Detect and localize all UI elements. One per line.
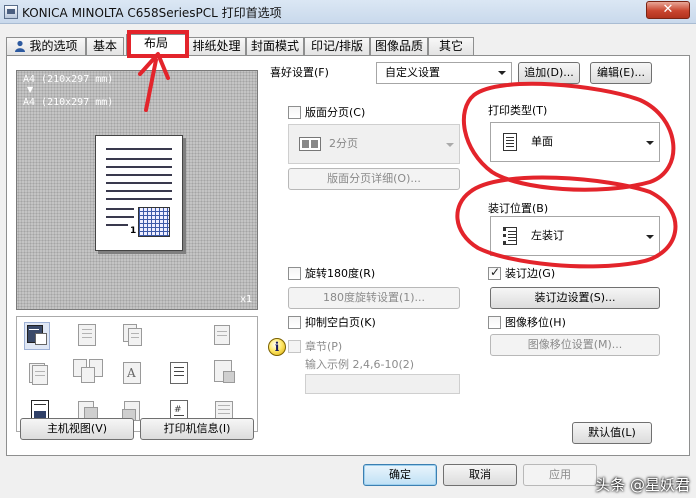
stamp-icon[interactable] xyxy=(211,359,235,385)
two-up-icon xyxy=(299,137,321,151)
window-title: KONICA MINOLTA C658SeriesPCL 打印首选项 xyxy=(22,6,282,20)
binding-margin-settings-button[interactable]: 装订边设置(S)... xyxy=(490,287,660,309)
single-sided-page-icon xyxy=(503,133,517,151)
skip-blank-checkbox[interactable] xyxy=(288,316,301,329)
n-up-icon[interactable] xyxy=(73,357,107,383)
stack-icon[interactable] xyxy=(27,361,51,387)
arrow-down-icon: ▼ xyxy=(27,85,34,94)
portrait-page-icon[interactable] xyxy=(167,361,191,387)
printer-info-button[interactable]: 打印机信息(I) xyxy=(140,418,254,440)
preview-image-thumbnail xyxy=(138,207,170,237)
chapter-input-hint: 输入示例 2,4,6-10(2) xyxy=(305,358,415,371)
tab-finishing[interactable]: 排纸处理 xyxy=(187,37,246,55)
tab-other[interactable]: 其它 xyxy=(428,37,474,55)
watermark: 头条 @星妖君 xyxy=(595,476,690,494)
host-view-button[interactable]: 主机视图(V) xyxy=(20,418,134,440)
binding-margin-checkbox[interactable] xyxy=(488,265,501,280)
rotate-180-label: 旋转180度(R) xyxy=(305,267,376,280)
favorite-settings-select[interactable]: 自定义设置 xyxy=(376,62,512,84)
chapter-label: 章节(P) xyxy=(305,340,343,353)
copies-icon[interactable] xyxy=(121,323,145,349)
print-type-value: 单面 xyxy=(531,135,553,148)
tab-basic[interactable]: 基本 xyxy=(86,37,124,55)
printer-app-icon xyxy=(4,5,18,19)
tab-layout[interactable]: 布局 xyxy=(126,34,186,56)
text-page-icon[interactable]: A xyxy=(121,361,145,387)
tab-my-options[interactable]: 我的选项 xyxy=(6,37,86,55)
combine-checkbox[interactable] xyxy=(288,106,301,119)
binding-position-value: 左装订 xyxy=(531,229,564,242)
tab-my-options-label: 我的选项 xyxy=(29,39,78,53)
printer-view-icon[interactable] xyxy=(24,322,50,350)
booklet-icon[interactable] xyxy=(75,323,99,349)
chevron-down-icon xyxy=(646,235,654,239)
favorite-settings-value: 自定义设置 xyxy=(385,66,440,79)
chapter-checkbox[interactable] xyxy=(288,340,301,353)
chevron-down-icon xyxy=(446,143,454,147)
preview-zoom: x1 xyxy=(239,294,252,305)
page-preview: A4 (210x297 mm) ▼ A4 (210x297 mm) 1 x1 xyxy=(16,70,258,310)
original-paper-size: A4 (210x297 mm) xyxy=(23,74,114,85)
preview-paper: 1 xyxy=(95,135,183,251)
tab-stamp[interactable]: 印记/排版 xyxy=(304,37,370,55)
combine-label: 版面分页(C) xyxy=(305,106,366,119)
print-type-select[interactable]: 单面 xyxy=(490,122,660,162)
output-paper-size: A4 (210x297 mm) xyxy=(23,97,114,108)
image-shift-checkbox[interactable] xyxy=(488,316,501,329)
close-button[interactable]: ✕ xyxy=(646,1,690,19)
rotate-180-checkbox[interactable] xyxy=(288,267,301,280)
info-icon[interactable]: i xyxy=(268,338,286,356)
binding-margin-label: 装订边(G) xyxy=(505,267,556,280)
skip-blank-label: 抑制空白页(K) xyxy=(305,316,376,329)
dialog-client-area: 我的选项 基本 布局 排纸处理 封面模式 印记/排版 图像品质 其它 A4 (2… xyxy=(0,24,696,498)
print-settings-icon[interactable] xyxy=(211,323,235,349)
combine-select[interactable]: 2分页 xyxy=(288,124,460,164)
edit-favorite-button[interactable]: 编辑(E)... xyxy=(590,62,652,84)
rotate-180-settings-button[interactable]: 180度旋转设置(1)... xyxy=(288,287,460,309)
preview-page-number: 1 xyxy=(130,226,137,236)
cancel-button[interactable]: 取消 xyxy=(443,464,517,486)
left-binding-page-icon xyxy=(503,227,517,245)
title-bar: KONICA MINOLTA C658SeriesPCL 打印首选项 ✕ xyxy=(0,0,696,24)
apply-button[interactable]: 应用 xyxy=(523,464,597,486)
ok-button[interactable]: 确定 xyxy=(363,464,437,486)
image-shift-label: 图像移位(H) xyxy=(505,316,566,329)
print-type-label: 打印类型(T) xyxy=(488,104,548,117)
user-icon xyxy=(14,40,26,52)
combine-value: 2分页 xyxy=(329,137,358,150)
chapter-input[interactable] xyxy=(305,374,460,394)
tab-image-quality[interactable]: 图像品质 xyxy=(370,37,428,55)
add-favorite-button[interactable]: 追加(D)... xyxy=(518,62,580,84)
chevron-down-icon xyxy=(498,71,506,75)
defaults-button[interactable]: 默认值(L) xyxy=(572,422,652,444)
image-shift-settings-button[interactable]: 图像移位设置(M)... xyxy=(490,334,660,356)
combine-details-button[interactable]: 版面分页详细(O)... xyxy=(288,168,460,190)
favorite-settings-label: 喜好设置(F) xyxy=(270,66,329,79)
binding-position-label: 装订位置(B) xyxy=(488,202,549,215)
function-icon-grid: A # xyxy=(16,316,258,432)
binding-position-select[interactable]: 左装订 xyxy=(490,216,660,256)
tab-cover-mode[interactable]: 封面模式 xyxy=(246,37,304,55)
chevron-down-icon xyxy=(646,141,654,145)
